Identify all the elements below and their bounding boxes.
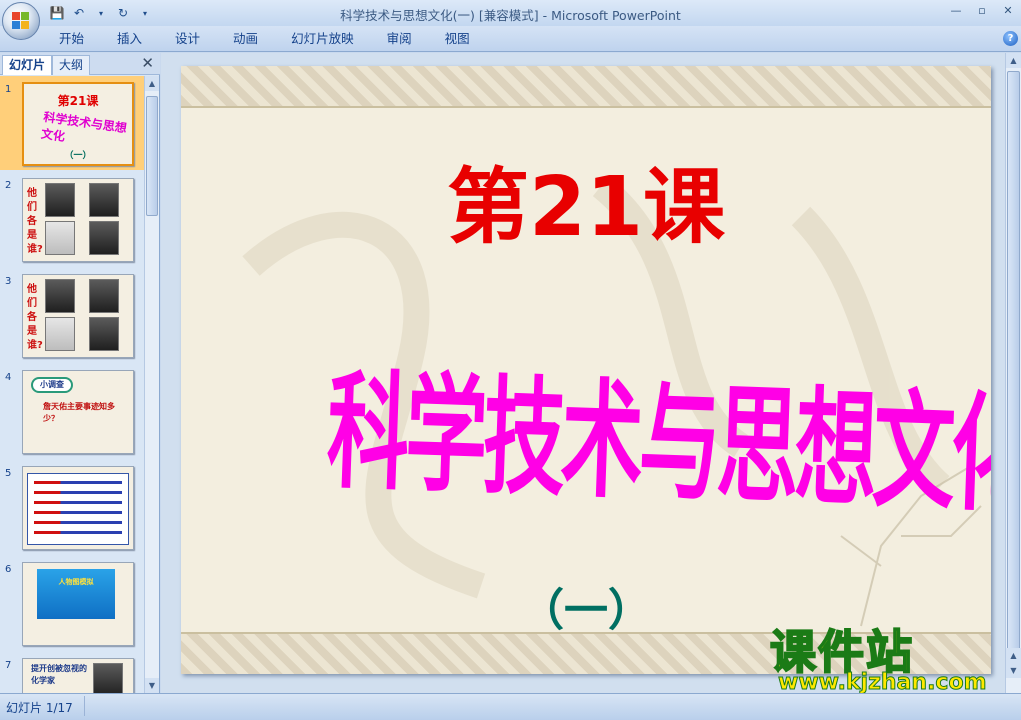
tab-design[interactable]: 设计 — [162, 30, 213, 50]
close-button[interactable]: ✕ — [995, 0, 1021, 20]
slide-thumbnail-4[interactable]: 4 小调查 詹天佑主要事迹知多少？ — [0, 364, 144, 458]
thumbnail-text-block — [27, 473, 129, 545]
portrait-photo — [89, 221, 119, 255]
office-button[interactable] — [2, 2, 40, 40]
thumbnail-diagram: 人物图模拟 — [37, 569, 115, 619]
window-controls: — ▫ ✕ — [943, 0, 1021, 20]
slide-thumbnail-6[interactable]: 6 人物图模拟 — [0, 556, 144, 650]
vertical-scrollbar[interactable]: ▲ ▲ ▼ — [1005, 53, 1021, 693]
title-bar: 💾 ↶ ▾ ↻ ▾ 科学技术与思想文化(一) [兼容模式] - Microsof… — [0, 0, 1021, 26]
ribbon-tab-strip: 开始 插入 设计 动画 幻灯片放映 审阅 视图 ? — [0, 26, 1021, 52]
thumbnail-text: 詹天佑主要事迹知多少？ — [43, 402, 115, 423]
tab-insert[interactable]: 插入 — [104, 30, 155, 50]
tab-view[interactable]: 视图 — [432, 30, 483, 50]
maximize-button[interactable]: ▫ — [969, 0, 995, 20]
slide-thumbnail-3[interactable]: 3 他们各是谁? — [0, 268, 144, 362]
tab-outline[interactable]: 大纲 — [52, 55, 91, 75]
thumbnail-image — [22, 466, 134, 550]
portrait-photo — [89, 279, 119, 313]
slide-number: 3 — [5, 276, 12, 287]
sketch-photo — [45, 221, 75, 255]
slide-thumbnail-1[interactable]: 1 第21课 科学技术与思想文化 （一） — [0, 76, 144, 170]
thumbnail-image: 他们各是谁? — [22, 178, 134, 262]
slide-thumbnail-5[interactable]: 5 — [0, 460, 144, 554]
portrait-photo — [45, 279, 75, 313]
thumbnail-text: 他们各是谁? — [27, 188, 43, 255]
panel-tab-strip: 幻灯片 大纲 ✕ — [0, 53, 160, 75]
tab-slides[interactable]: 幻灯片 — [2, 55, 53, 75]
scrollbar-thumb[interactable] — [146, 96, 158, 216]
tab-home[interactable]: 开始 — [46, 30, 97, 50]
thumbnail-image: 他们各是谁? — [22, 274, 134, 358]
portrait-photo — [89, 183, 119, 217]
scroll-down-icon[interactable]: ▼ — [145, 678, 159, 693]
thumbnail-image: 第21课 科学技术与思想文化 （一） — [22, 82, 134, 166]
watermark-url: www.kjzhan.com — [778, 670, 988, 696]
thumbnail-image: 人物图模拟 — [22, 562, 134, 646]
portrait-photo — [93, 663, 123, 693]
slide-top-border — [181, 66, 991, 108]
thumbnail-list: 1 第21课 科学技术与思想文化 （一） 2 他们各是谁? 3 他们各是谁? 4… — [0, 76, 144, 693]
panel-scrollbar[interactable]: ▲ ▼ — [144, 76, 159, 693]
slide-thumbnail-7[interactable]: 7 提开创被忽视的化学家 — [0, 652, 144, 693]
slides-panel: 幻灯片 大纲 ✕ 1 第21课 科学技术与思想文化 （一） 2 他们各是谁? 3… — [0, 53, 160, 693]
thumbnail-badge: 小调查 — [31, 377, 73, 393]
thumbnail-text: 提开创被忽视的化学家 — [31, 664, 87, 685]
slide-counter: 幻灯片 1/17 — [6, 701, 73, 715]
tab-review[interactable]: 审阅 — [374, 30, 425, 50]
thumbnail-image: 提开创被忽视的化学家 — [22, 658, 134, 693]
thumbnail-text: 人物图模拟 — [58, 578, 94, 586]
office-logo-icon — [12, 12, 30, 30]
status-bar: 幻灯片 1/17 — [0, 693, 1021, 720]
portrait-photo — [89, 317, 119, 351]
slide-title[interactable]: 第21课 — [181, 140, 991, 259]
status-separator — [84, 696, 85, 716]
thumbnail-title: 第21课 — [57, 94, 99, 108]
tab-slideshow[interactable]: 幻灯片放映 — [278, 30, 367, 50]
slide-editing-area: 第21课 科学技术与思想文化 （一） — [161, 53, 1005, 693]
slide-number: 5 — [5, 468, 12, 479]
sketch-photo — [45, 317, 75, 351]
slide-number: 7 — [5, 660, 12, 671]
slide-number: 1 — [5, 84, 12, 95]
slide-thumbnail-2[interactable]: 2 他们各是谁? — [0, 172, 144, 266]
thumbnail-text: 他们各是谁? — [27, 284, 43, 351]
current-slide[interactable]: 第21课 科学技术与思想文化 （一） — [181, 66, 991, 674]
minimize-button[interactable]: — — [943, 0, 969, 20]
thumbnail-image: 小调查 詹天佑主要事迹知多少？ — [22, 370, 134, 454]
slide-number: 6 — [5, 564, 12, 575]
window-title: 科学技术与思想文化(一) [兼容模式] - Microsoft PowerPoi… — [340, 8, 681, 23]
help-icon[interactable]: ? — [1003, 31, 1018, 46]
scroll-up-icon[interactable]: ▲ — [1006, 53, 1021, 68]
slide-number: 4 — [5, 372, 12, 383]
scroll-up-icon[interactable]: ▲ — [145, 76, 159, 91]
site-watermark: 课件站 www.kjzhan.com — [769, 616, 1010, 700]
slide-number: 2 — [5, 180, 12, 191]
thumbnail-sub2: （一） — [64, 151, 92, 161]
close-panel-icon[interactable]: ✕ — [141, 54, 154, 72]
tab-animations[interactable]: 动画 — [220, 30, 271, 50]
scrollbar-thumb[interactable] — [1007, 71, 1020, 651]
slide-subtitle[interactable]: 科学技术与思想文化 — [325, 328, 991, 537]
portrait-photo — [45, 183, 75, 217]
